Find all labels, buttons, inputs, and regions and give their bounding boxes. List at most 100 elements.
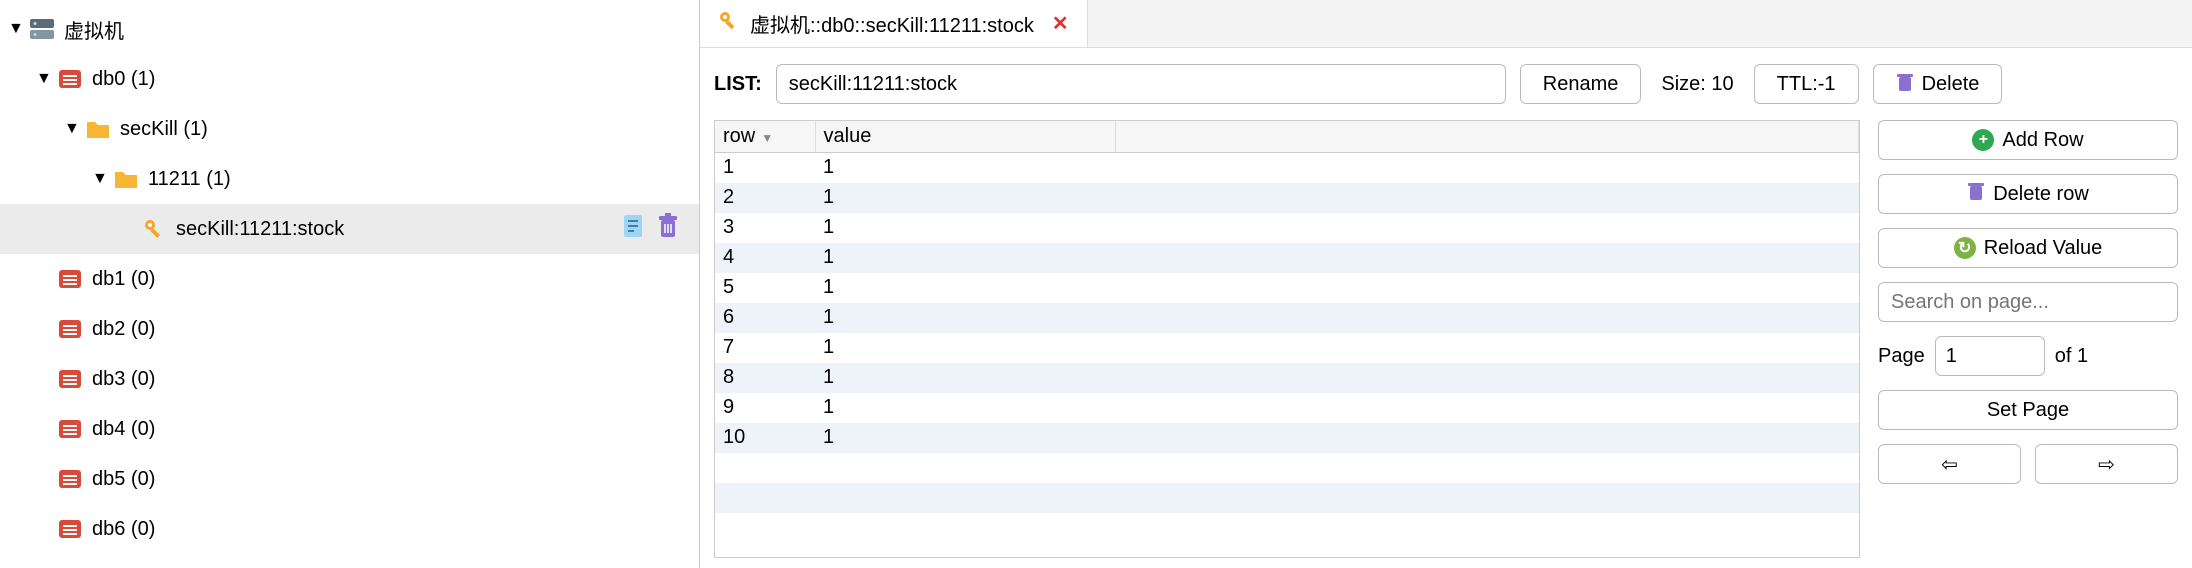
plus-icon: + <box>1972 129 1994 151</box>
tree-key-stock[interactable]: secKill:11211:stock <box>0 204 699 254</box>
tree-db5[interactable]: db5 (0) <box>0 454 699 504</box>
table-row-empty <box>715 453 1859 483</box>
tree-label: db2 (0) <box>92 318 155 341</box>
delete-row-button[interactable]: Delete row <box>1878 174 2178 214</box>
close-icon[interactable]: ✕ <box>1052 11 1069 36</box>
table-row[interactable]: 11 <box>715 153 1859 183</box>
next-page-button[interactable]: ⇨ <box>2035 444 2178 484</box>
table-row[interactable]: 101 <box>715 423 1859 453</box>
reload-label: Reload Value <box>1984 237 2103 260</box>
tab-title: 虚拟机::db0::secKill:11211:stock <box>750 9 1034 38</box>
cell-value: 1 <box>815 243 1115 273</box>
reload-button[interactable]: ↻ Reload Value <box>1878 228 2178 268</box>
cell-value: 1 <box>815 333 1115 363</box>
chevron-down-icon: ▼ <box>8 20 28 38</box>
database-icon <box>56 365 84 393</box>
tree-db4[interactable]: db4 (0) <box>0 404 699 454</box>
tree-server-root[interactable]: ▼ 虚拟机 <box>0 4 699 54</box>
database-icon <box>56 65 84 93</box>
tree-label: 虚拟机 <box>64 15 124 44</box>
add-row-button[interactable]: + Add Row <box>1878 120 2178 160</box>
cell-row: 2 <box>715 183 815 213</box>
tab-key[interactable]: 虚拟机::db0::secKill:11211:stock ✕ <box>700 0 1088 47</box>
size-label: Size: 10 <box>1661 73 1733 96</box>
cell-value: 1 <box>815 273 1115 303</box>
tree-db3[interactable]: db3 (0) <box>0 354 699 404</box>
tree-label: db6 (0) <box>92 518 155 541</box>
tree-label: db0 (1) <box>92 68 155 91</box>
arrow-right-icon: ⇨ <box>2098 452 2115 477</box>
cell-row: 7 <box>715 333 815 363</box>
page-label: Page <box>1878 345 1925 368</box>
set-page-button[interactable]: Set Page <box>1878 390 2178 430</box>
col-row[interactable]: row▼ <box>715 121 815 153</box>
cell-row: 1 <box>715 153 815 183</box>
table-row[interactable]: 61 <box>715 303 1859 333</box>
arrow-left-icon: ⇦ <box>1941 452 1958 477</box>
tree-label: db4 (0) <box>92 418 155 441</box>
folder-icon <box>84 115 112 143</box>
tree-db1[interactable]: db1 (0) <box>0 254 699 304</box>
search-input[interactable] <box>1878 282 2178 322</box>
rename-button[interactable]: Rename <box>1520 64 1642 104</box>
cell-value: 1 <box>815 183 1115 213</box>
database-icon <box>56 465 84 493</box>
trash-icon[interactable] <box>657 213 679 245</box>
trash-icon <box>1967 181 1985 207</box>
prev-page-button[interactable]: ⇦ <box>1878 444 2021 484</box>
tree-db2[interactable]: db2 (0) <box>0 304 699 354</box>
page-input[interactable] <box>1935 336 2045 376</box>
cell-row: 8 <box>715 363 815 393</box>
key-icon <box>718 10 740 38</box>
cell-value: 1 <box>815 393 1115 423</box>
key-icon <box>140 215 168 243</box>
cell-row: 3 <box>715 213 815 243</box>
chevron-down-icon: ▼ <box>36 70 56 88</box>
table-row[interactable]: 41 <box>715 243 1859 273</box>
table-row[interactable]: 51 <box>715 273 1859 303</box>
tree-folder-seckill[interactable]: ▼ secKill (1) <box>0 104 699 154</box>
type-label: LIST: <box>714 73 762 96</box>
folder-icon <box>112 165 140 193</box>
tree-folder-11211[interactable]: ▼ 11211 (1) <box>0 154 699 204</box>
delete-button[interactable]: Delete <box>1873 64 2003 104</box>
cell-value: 1 <box>815 213 1115 243</box>
table-row[interactable]: 91 <box>715 393 1859 423</box>
col-spacer <box>1115 121 1859 153</box>
tree-label: secKill:11211:stock <box>176 218 344 241</box>
tree-label: db3 (0) <box>92 368 155 391</box>
table-row[interactable]: 31 <box>715 213 1859 243</box>
cell-value: 1 <box>815 363 1115 393</box>
tree-label: 11211 (1) <box>148 168 231 191</box>
ttl-button[interactable]: TTL:-1 <box>1754 64 1859 104</box>
key-name-input[interactable] <box>776 64 1506 104</box>
table-row[interactable]: 71 <box>715 333 1859 363</box>
col-value[interactable]: value <box>815 121 1115 153</box>
chevron-down-icon: ▼ <box>64 120 84 138</box>
tree-db6[interactable]: db6 (0) <box>0 504 699 554</box>
tree-label: secKill (1) <box>120 118 208 141</box>
database-icon <box>56 415 84 443</box>
cell-row: 5 <box>715 273 815 303</box>
filter-icon[interactable] <box>621 213 645 245</box>
cell-value: 1 <box>815 303 1115 333</box>
tree-label: db5 (0) <box>92 468 155 491</box>
table-row[interactable]: 81 <box>715 363 1859 393</box>
table-row[interactable]: 21 <box>715 183 1859 213</box>
cell-row: 10 <box>715 423 815 453</box>
action-panel: + Add Row Delete row ↻ Reload Value Page… <box>1878 120 2178 558</box>
table-row-empty <box>715 483 1859 513</box>
delete-label: Delete <box>1922 73 1980 96</box>
tree-label: db1 (0) <box>92 268 155 291</box>
sort-desc-icon: ▼ <box>761 131 773 145</box>
sidebar: ▼ 虚拟机 ▼ db0 (1) ▼ secKill (1) ▼ 11211 (1… <box>0 0 700 568</box>
cell-row: 4 <box>715 243 815 273</box>
page-of-label: of 1 <box>2055 345 2088 368</box>
cell-value: 1 <box>815 423 1115 453</box>
reload-icon: ↻ <box>1954 237 1976 259</box>
tree-db0[interactable]: ▼ db0 (1) <box>0 54 699 104</box>
cell-row: 9 <box>715 393 815 423</box>
tab-bar: 虚拟机::db0::secKill:11211:stock ✕ <box>700 0 2192 48</box>
trash-icon <box>1896 72 1914 97</box>
database-icon <box>56 265 84 293</box>
